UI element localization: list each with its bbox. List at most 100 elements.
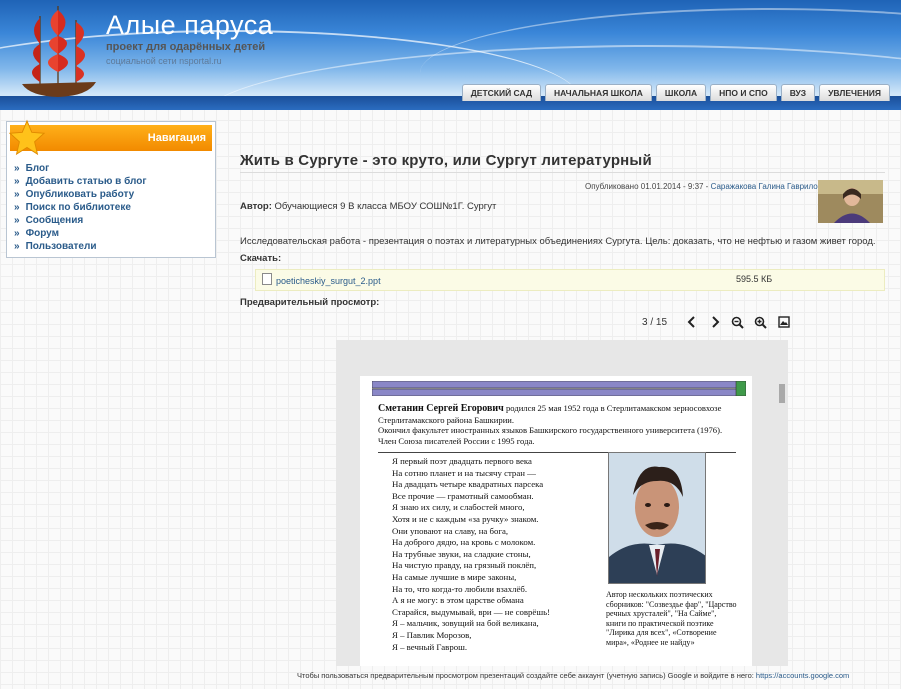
slide-intro: Сметанин Сергей Егорович родился 25 мая … <box>378 403 748 446</box>
nav-item-blog[interactable]: » Блог <box>14 163 215 176</box>
next-page-button[interactable] <box>703 314 726 330</box>
bullet: » <box>14 163 20 174</box>
viewer-scrollbar[interactable] <box>779 384 785 403</box>
site-subtitle-2: социальной сети nsportal.ru <box>106 56 222 66</box>
bullet: » <box>14 189 20 200</box>
poem-line: На доброго дядю, на кровь с молоком. <box>392 537 536 548</box>
nav-item-users[interactable]: » Пользователи <box>14 241 215 254</box>
google-account-notice: Чтобы пользоваться предварительным просм… <box>297 671 849 680</box>
poem-line: Все прочие — грамотный самообман. <box>392 490 534 501</box>
ship-logo-icon[interactable] <box>18 2 100 100</box>
article-description: Исследовательская работа - презентация о… <box>240 236 876 247</box>
site-title[interactable]: Алые паруса <box>106 10 273 41</box>
intro-line: родился 25 мая 1952 года в Стерлитамакск… <box>503 403 722 413</box>
nav-item-label[interactable]: Сообщения <box>26 215 84 226</box>
poet-portrait <box>608 452 706 584</box>
author-profile-link[interactable]: Саражакова Галина Гавриловна <box>711 182 831 191</box>
zoom-out-button[interactable] <box>726 314 749 330</box>
tab-kindergarten[interactable]: ДЕТСКИЙ САД <box>461 84 541 101</box>
bullet: » <box>14 228 20 239</box>
poem-line: На чистую правду, на грязный поклёп, <box>392 560 537 571</box>
poem-line: А я не могу: в этом царстве обмана <box>392 595 524 606</box>
zoom-in-button[interactable] <box>749 314 772 330</box>
nav-item-label[interactable]: Блог <box>26 163 50 174</box>
zoom-out-icon <box>731 316 744 329</box>
poem-line: На двадцать четыре квадратных парсека <box>392 479 544 490</box>
author-value: Обучающиеся 9 В класса МБОУ СОШ№1Г. Сург… <box>274 201 497 212</box>
tab-hobbies[interactable]: УВЛЕЧЕНИЯ <box>819 84 890 101</box>
site-subtitle: проект для одарённых детей <box>106 41 266 53</box>
portrait-caption: Автор нескольких поэтических сборников: … <box>606 590 737 647</box>
poem-line: Я первый поэт двадцать первого века <box>392 456 532 466</box>
bullet: » <box>14 241 20 252</box>
bullet: » <box>14 202 20 213</box>
poem-line: Старайся, выдумывай, ври — не соврёшь! <box>392 606 551 617</box>
attachment-size: 595.5 КБ <box>736 274 773 284</box>
chevron-right-icon <box>711 316 719 328</box>
nav-item-label[interactable]: Добавить статью в блог <box>26 176 147 187</box>
tab-university[interactable]: ВУЗ <box>780 84 816 101</box>
tab-npo-spo[interactable]: НПО И СПО <box>710 84 777 101</box>
slide-header-bars <box>372 381 746 396</box>
page-counter: 3 / 15 <box>642 316 668 328</box>
poem-line: Я – мальчик, зовущий на бой великана, <box>392 618 539 629</box>
title-divider <box>240 172 885 173</box>
presentation-viewer[interactable]: Сметанин Сергей Егорович родился 25 мая … <box>336 340 788 666</box>
poem: Я первый поэт двадцать первого века На с… <box>392 456 550 653</box>
poem-line: Я – вечный Гаврош. <box>392 641 468 652</box>
attachment-link[interactable]: poeticheskiy_surgut_2.ppt <box>276 276 381 286</box>
published-date: Опубликовано 01.01.2014 - 9:37 - <box>585 182 711 191</box>
star-icon <box>8 119 46 156</box>
poem-line: Я знаю их силу, и слабостей много, <box>392 502 525 513</box>
intro-line: Окончил факультет иностранных языков Баш… <box>378 425 723 435</box>
file-icon <box>262 273 272 285</box>
navigation-panel: Навигация » Блог » Добавить статью в блог … <box>6 119 216 258</box>
slide-canvas: Сметанин Сергей Егорович родился 25 мая … <box>360 376 752 666</box>
avatar-image <box>818 180 883 223</box>
poet-name: Сметанин Сергей Егорович <box>378 403 504 414</box>
poem-line: На то, что когда-то любили взахлёб. <box>392 583 528 594</box>
nav-item-label[interactable]: Пользователи <box>26 241 97 252</box>
bullet: » <box>14 215 20 226</box>
bullet: » <box>14 176 20 187</box>
image-icon <box>777 316 790 328</box>
notice-text: Чтобы пользоваться предварительным просм… <box>297 671 756 680</box>
nav-item-label[interactable]: Опубликовать работу <box>26 189 135 200</box>
author-label: Автор: <box>240 201 272 212</box>
nav-item-forum[interactable]: » Форум <box>14 228 215 241</box>
site-header: Алые паруса проект для одарённых детей с… <box>0 0 901 110</box>
poem-line: На сотню планет и на тысячу стран — <box>392 467 536 478</box>
zoom-in-icon <box>754 316 767 329</box>
portrait-image <box>609 453 705 583</box>
published-info: Опубликовано 01.01.2014 - 9:37 - Саражак… <box>585 182 831 191</box>
attachment-row: poeticheskiy_surgut_2.ppt 595.5 КБ <box>255 269 885 291</box>
chevron-left-icon <box>687 316 695 328</box>
section-tabs: ДЕТСКИЙ САД НАЧАЛЬНАЯ ШКОЛА ШКОЛА НПО И … <box>461 84 890 101</box>
nav-item-add-article[interactable]: » Добавить статью в блог <box>14 176 215 189</box>
poem-line: Хотя и не с каждым «за ручку» знаком. <box>392 513 539 524</box>
author-line: Автор: Обучающиеся 9 В класса МБОУ СОШ№1… <box>240 201 496 212</box>
fullscreen-button[interactable] <box>772 314 795 330</box>
download-label: Скачать: <box>240 253 282 264</box>
poem-line: Они уповают на славу, на бога, <box>392 525 509 536</box>
nav-item-library-search[interactable]: » Поиск по библиотеке <box>14 202 215 215</box>
article-title: Жить в Сургуте - это круто, или Сургут л… <box>240 152 652 169</box>
tab-school[interactable]: ШКОЛА <box>655 84 707 101</box>
poem-line: На самые лучшие в мире законы, <box>392 571 517 582</box>
poem-line: На трубные звуки, на сладкие стоны, <box>392 548 531 559</box>
viewer-toolbar: 3 / 15 <box>642 314 795 330</box>
nav-item-messages[interactable]: » Сообщения <box>14 215 215 228</box>
navigation-list: » Блог » Добавить статью в блог » Опубликов… <box>14 163 215 254</box>
author-avatar[interactable] <box>818 180 883 223</box>
tab-primary-school[interactable]: НАЧАЛЬНАЯ ШКОЛА <box>545 84 652 101</box>
navigation-title: Навигация <box>147 132 206 144</box>
preview-label: Предварительный просмотр: <box>240 297 380 308</box>
prev-page-button[interactable] <box>680 314 703 330</box>
nav-item-publish[interactable]: » Опубликовать работу <box>14 189 215 202</box>
nav-item-label[interactable]: Форум <box>26 228 59 239</box>
intro-line: Член Союза писателей России с 1995 года. <box>378 435 535 446</box>
google-accounts-link[interactable]: https://accounts.google.com <box>756 671 849 680</box>
nav-item-label[interactable]: Поиск по библиотеке <box>26 202 131 213</box>
poem-line: Я – Павлик Морозов, <box>392 629 472 640</box>
navigation-header: Навигация <box>8 119 212 156</box>
